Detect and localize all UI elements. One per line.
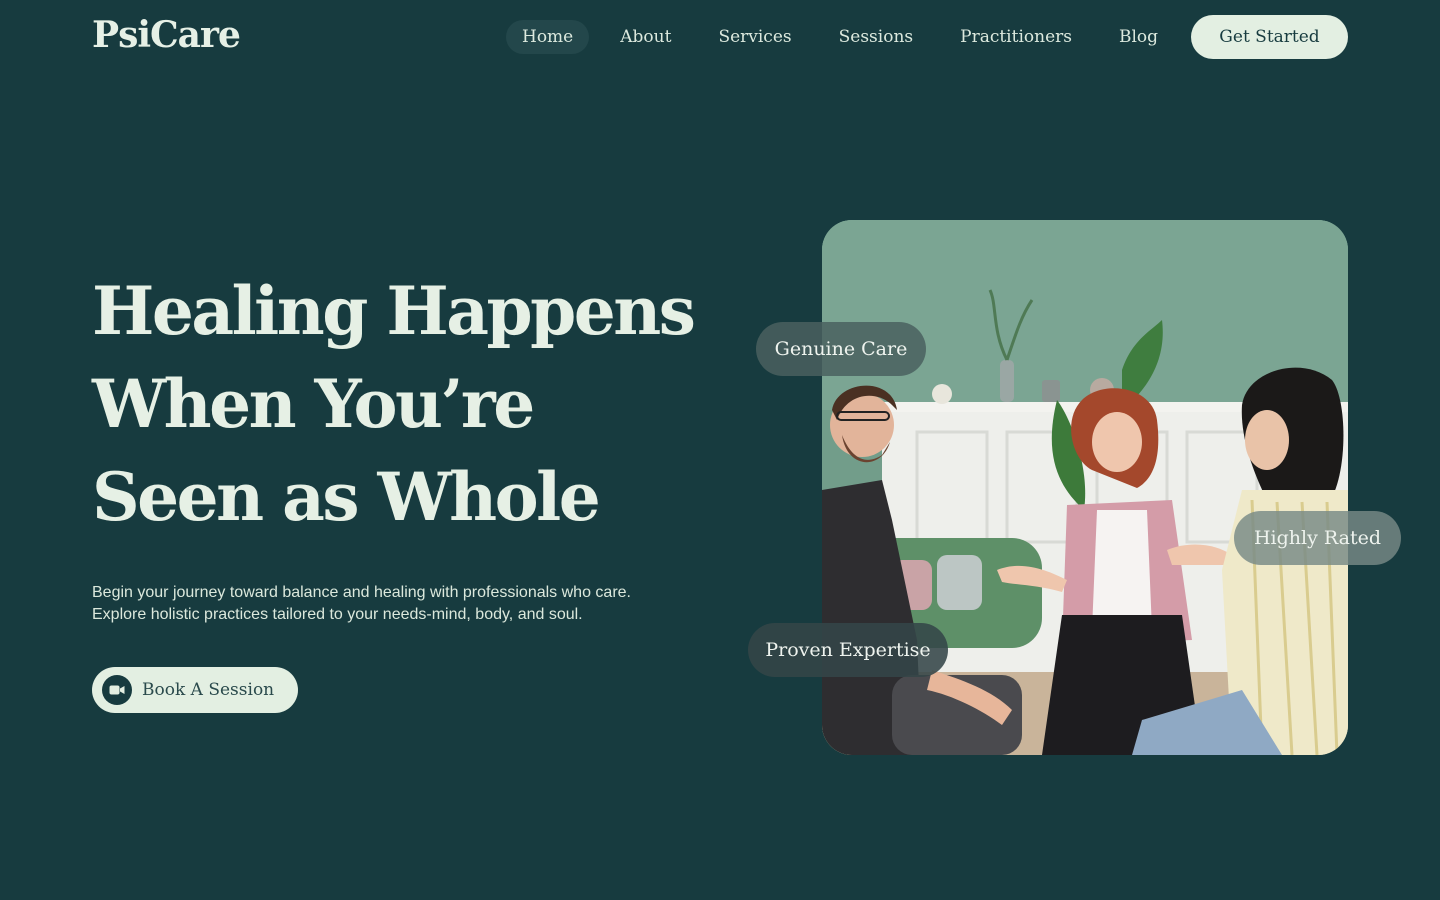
hero-title: Healing Happens When You’re Seen as Whol… <box>92 265 732 544</box>
nav-item-services[interactable]: Services <box>702 20 807 54</box>
badge-highly-rated: Highly Rated <box>1234 511 1401 565</box>
badge-proven-expertise: Proven Expertise <box>748 623 948 677</box>
video-camera-icon <box>102 675 132 705</box>
nav-item-blog[interactable]: Blog <box>1103 20 1174 54</box>
brand-logo[interactable]: PsiCare <box>92 14 241 56</box>
hero-description-line: Begin your journey toward balance and he… <box>92 584 631 601</box>
nav-item-home[interactable]: Home <box>506 20 590 54</box>
badge-genuine-care: Genuine Care <box>756 322 926 376</box>
nav-item-sessions[interactable]: Sessions <box>823 20 930 54</box>
hero-description-line: Explore holistic practices tailored to y… <box>92 606 583 623</box>
nav-item-practitioners[interactable]: Practitioners <box>944 20 1088 54</box>
hero-description: Begin your journey toward balance and he… <box>92 582 712 626</box>
hero-title-line: When You’re <box>92 365 535 443</box>
hero-title-line: Healing Happens <box>92 272 696 350</box>
book-session-button[interactable]: Book A Session <box>92 667 298 713</box>
hero-title-line: Seen as Whole <box>92 458 601 536</box>
book-session-label: Book A Session <box>142 680 275 700</box>
get-started-button[interactable]: Get Started <box>1191 15 1348 59</box>
nav-item-about[interactable]: About <box>604 20 687 54</box>
main-nav: Home About Services Sessions Practitione… <box>506 20 1189 54</box>
